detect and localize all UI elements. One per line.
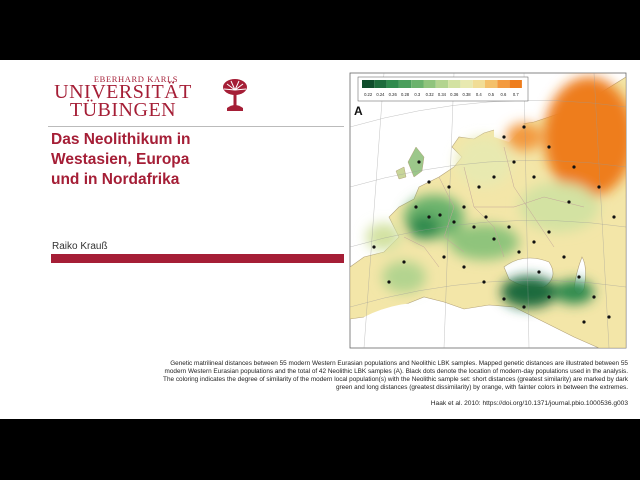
university-logo: EBERHARD KARLS UNIVERSITÄT TÜBINGEN [48, 74, 248, 124]
legend-tick-label: 0.3 [414, 92, 420, 97]
legend-swatch [435, 80, 449, 88]
legend-tick-label: 0.34 [438, 92, 447, 97]
legend-tick-label: 0.24 [376, 92, 385, 97]
legend-tick-label: 0.26 [389, 92, 398, 97]
legend-swatch [411, 80, 424, 88]
legend-swatch [398, 80, 412, 88]
legend-swatch [485, 80, 498, 88]
legend-swatch [448, 80, 461, 88]
legend-tick-label: 0.7 [513, 92, 519, 97]
legend-swatch [374, 80, 387, 88]
legend-swatch [386, 80, 399, 88]
legend-tick-label: 0.4 [476, 92, 482, 97]
logo-line-2: TÜBINGEN [69, 99, 177, 121]
title-line-3: und in Nordafrika [51, 171, 180, 188]
legend-swatch [460, 80, 473, 88]
legend-swatch [497, 80, 510, 88]
legend-tick-label: 0.6 [501, 92, 507, 97]
map-panel-label: A [354, 104, 363, 118]
legend-tick-label: 0.32 [426, 92, 435, 97]
palm-tree-seal-icon [223, 79, 247, 111]
legend-swatch [423, 80, 436, 88]
map-legend: 0.22 0.24 0.26 0.28 0.3 0.32 0.34 0.36 0.38 0.4 0.… [357, 76, 529, 102]
genetic-distance-map: 0.22 0.24 0.26 0.28 0.3 0.32 0.34 0.36 0.38 0.4 0.… [344, 67, 632, 354]
legend-tick-label: 0.28 [401, 92, 410, 97]
accent-bar [51, 254, 344, 263]
legend-swatch [362, 80, 375, 88]
title-line-2: Westasien, Europa [51, 151, 190, 168]
legend-swatch [509, 80, 522, 88]
figure-caption: Genetic matrilineal distances between 55… [163, 360, 628, 391]
slide-title: Das Neolithikum in Westasien, Europa und… [51, 130, 301, 190]
author-name: Raiko Krauß [52, 241, 108, 252]
header-divider [48, 126, 344, 127]
legend-tick-label: 0.38 [462, 92, 471, 97]
logo-wordmark: UNIVERSITÄT TÜBINGEN [48, 82, 198, 121]
legend-tick-label: 0.22 [364, 92, 373, 97]
legend-tick-label: 0.5 [488, 92, 494, 97]
figure-citation: Haak et al. 2010: https://doi.org/10.137… [430, 400, 628, 407]
slide: EBERHARD KARLS UNIVERSITÄT TÜBINGEN Das … [0, 60, 640, 419]
legend-tick-label: 0.36 [450, 92, 459, 97]
title-line-1: Das Neolithikum in [51, 131, 191, 148]
legend-swatch [472, 80, 485, 88]
